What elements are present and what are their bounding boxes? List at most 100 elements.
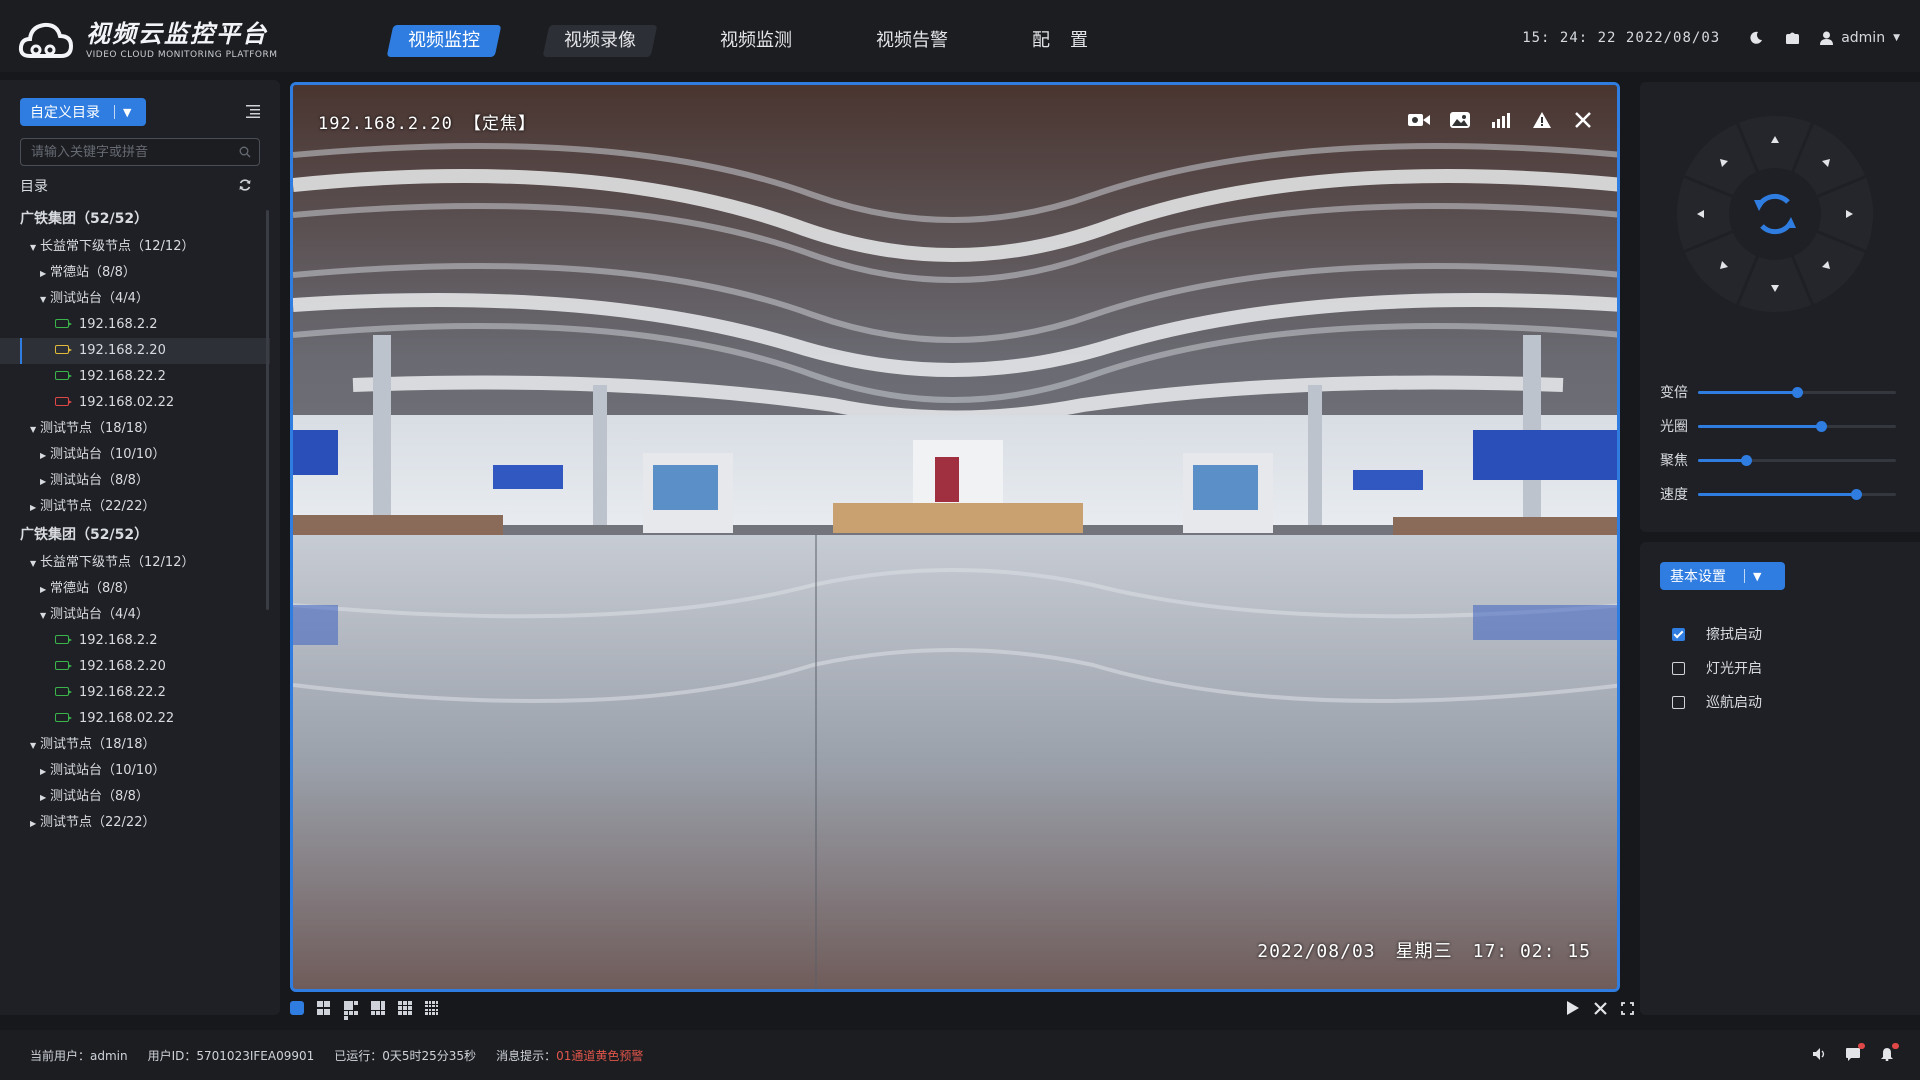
layout-1plus5-icon[interactable]: [344, 1001, 358, 1020]
caret-right-icon[interactable]: ▶: [40, 261, 50, 287]
dropdown-arrow-icon: ▼: [1753, 569, 1762, 583]
caret-right-icon[interactable]: ▶: [40, 577, 50, 603]
caret-right-icon[interactable]: ▶: [40, 469, 50, 495]
tree-node[interactable]: ▶ 测试站台（10/10）: [0, 758, 270, 784]
checkbox[interactable]: [1672, 661, 1685, 675]
tree-item-label: 测试节点（18/18）: [40, 737, 156, 752]
caret-right-icon[interactable]: ▶: [40, 785, 50, 811]
tree-camera-item[interactable]: 192.168.2.20: [0, 654, 270, 680]
tree-item-label: 测试节点（22/22）: [40, 815, 156, 830]
checkbox[interactable]: [1672, 695, 1685, 709]
slider-handle[interactable]: [1815, 420, 1827, 432]
tree-camera-item[interactable]: 192.168.02.22: [0, 706, 270, 732]
moon-icon[interactable]: [1748, 30, 1764, 46]
custom-directory-button[interactable]: 自定义目录 ▼: [20, 98, 146, 126]
fullscreen-icon[interactable]: [1618, 999, 1636, 1017]
caret-right-icon[interactable]: ▶: [40, 759, 50, 785]
video-camera-icon[interactable]: [1407, 109, 1431, 131]
layout-3x3-icon[interactable]: [398, 1001, 412, 1015]
caret-down-icon[interactable]: ▼: [30, 235, 40, 261]
tree-node[interactable]: ▶ 测试站台（8/8）: [0, 784, 270, 810]
layout-1x1-icon[interactable]: [290, 1001, 304, 1015]
notification-bell-icon[interactable]: [1878, 1043, 1899, 1063]
caret-down-icon[interactable]: ▼: [30, 551, 40, 577]
slider-handle[interactable]: [1792, 386, 1803, 398]
caret-down-icon[interactable]: ▼: [30, 417, 40, 443]
search-icon[interactable]: [239, 146, 251, 158]
slider-track[interactable]: [1698, 488, 1896, 500]
tree-item-label: 192.168.2.20: [79, 343, 166, 358]
tree-node[interactable]: ▶ 测试节点（22/22）: [0, 494, 270, 520]
tree-group[interactable]: 广铁集团（52/52）: [0, 520, 270, 550]
setting-checkbox-row[interactable]: 灯光开启: [1672, 658, 1762, 678]
tree-group[interactable]: 广铁集团（52/52）: [0, 204, 270, 234]
tree-camera-item[interactable]: 192.168.22.2: [0, 680, 270, 706]
play-icon[interactable]: [1564, 999, 1582, 1017]
tree-node[interactable]: ▼ 测试站台（4/4）: [0, 286, 270, 312]
slider-handle[interactable]: [1740, 454, 1752, 466]
skin-icon[interactable]: [1784, 30, 1800, 46]
tree-camera-item[interactable]: 192.168.02.22: [0, 390, 270, 416]
basic-settings-panel: 基本设置 ▼ 擦拭启动灯光开启巡航启动: [1640, 542, 1920, 1015]
tree-node[interactable]: ▼ 测试节点（18/18）: [0, 732, 270, 758]
catalog-label: 目录: [20, 179, 48, 195]
slider-label: 聚焦: [1660, 453, 1688, 469]
device-tree: 广铁集团（52/52） ▼ 长益常下级节点（12/12） ▶ 常德站（8/8） ▼ 测试站台…: [0, 204, 270, 836]
refresh-icon[interactable]: [238, 178, 252, 192]
slider-handle[interactable]: [1851, 488, 1863, 500]
nav-video-detect[interactable]: 视频监测: [699, 25, 814, 57]
station-hall-video-frame: [293, 85, 1617, 989]
list-icon[interactable]: [246, 104, 260, 118]
tree-scrollbar[interactable]: [266, 210, 269, 610]
nav-video-monitor[interactable]: 视频监控: [386, 25, 502, 57]
caret-right-icon[interactable]: ▶: [30, 495, 40, 521]
tree-camera-item[interactable]: 192.168.2.2: [0, 312, 270, 338]
tree-node[interactable]: ▶ 常德站（8/8）: [0, 576, 270, 602]
slider-label: 变倍: [1660, 385, 1688, 401]
close-all-icon[interactable]: [1591, 999, 1609, 1017]
snapshot-icon[interactable]: [1448, 109, 1472, 131]
tree-camera-item[interactable]: 192.168.2.2: [0, 628, 270, 654]
tree-node[interactable]: ▶ 测试站台（10/10）: [0, 442, 270, 468]
signal-icon[interactable]: [1489, 109, 1513, 131]
ptz-direction-pad[interactable]: [1675, 114, 1875, 314]
tree-node[interactable]: ▶ 测试节点（22/22）: [0, 810, 270, 836]
tree-node[interactable]: ▼ 长益常下级节点（12/12）: [0, 234, 270, 260]
basic-settings-dropdown[interactable]: 基本设置 ▼: [1660, 562, 1785, 590]
slider-track[interactable]: [1698, 454, 1896, 466]
message-icon[interactable]: [1844, 1043, 1865, 1063]
setting-checkbox-row[interactable]: 巡航启动: [1672, 692, 1762, 712]
tree-search-field[interactable]: [20, 138, 260, 166]
checkbox[interactable]: [1672, 627, 1685, 641]
caret-down-icon[interactable]: ▼: [30, 733, 40, 759]
slider-track[interactable]: [1698, 420, 1896, 432]
caret-right-icon[interactable]: ▶: [30, 811, 40, 837]
slider-track[interactable]: [1698, 386, 1896, 398]
alert-message[interactable]: 01通道黄色预警: [556, 1049, 643, 1063]
user-menu[interactable]: admin ▼: [1820, 30, 1900, 46]
tree-node[interactable]: ▼ 测试站台（4/4）: [0, 602, 270, 628]
nav-video-record[interactable]: 视频录像: [542, 25, 658, 57]
nav-config[interactable]: 配置: [1011, 25, 1130, 57]
layout-2x2-icon[interactable]: [317, 1001, 331, 1015]
tree-node[interactable]: ▶ 测试站台（8/8）: [0, 468, 270, 494]
caret-down-icon[interactable]: ▼: [40, 603, 50, 629]
tree-node[interactable]: ▶ 常德站（8/8）: [0, 260, 270, 286]
video-viewport[interactable]: 192.168.2.20 【定焦】 2022/08/03 星期三 17: 02: 1…: [290, 82, 1620, 992]
warning-icon[interactable]: [1530, 109, 1554, 131]
tree-camera-item[interactable]: 192.168.22.2: [0, 364, 270, 390]
tree-camera-item[interactable]: 192.168.2.20: [0, 338, 270, 364]
layout-1plus7-icon[interactable]: [371, 1001, 385, 1015]
close-icon[interactable]: [1571, 109, 1595, 131]
tree-node[interactable]: ▼ 测试节点（18/18）: [0, 416, 270, 442]
caret-right-icon[interactable]: ▶: [40, 443, 50, 469]
tree-node[interactable]: ▼ 长益常下级节点（12/12）: [0, 550, 270, 576]
caret-down-icon[interactable]: ▼: [40, 287, 50, 313]
setting-checkbox-row[interactable]: 擦拭启动: [1672, 624, 1762, 644]
tree-search-input[interactable]: [21, 139, 259, 165]
user-icon: [1820, 31, 1834, 45]
nav-video-alarm[interactable]: 视频告警: [855, 25, 970, 57]
layout-4x4-icon[interactable]: [425, 1001, 439, 1015]
volume-icon[interactable]: [1810, 1045, 1828, 1063]
video-channel-title: 192.168.2.20 【定焦】: [318, 114, 537, 134]
